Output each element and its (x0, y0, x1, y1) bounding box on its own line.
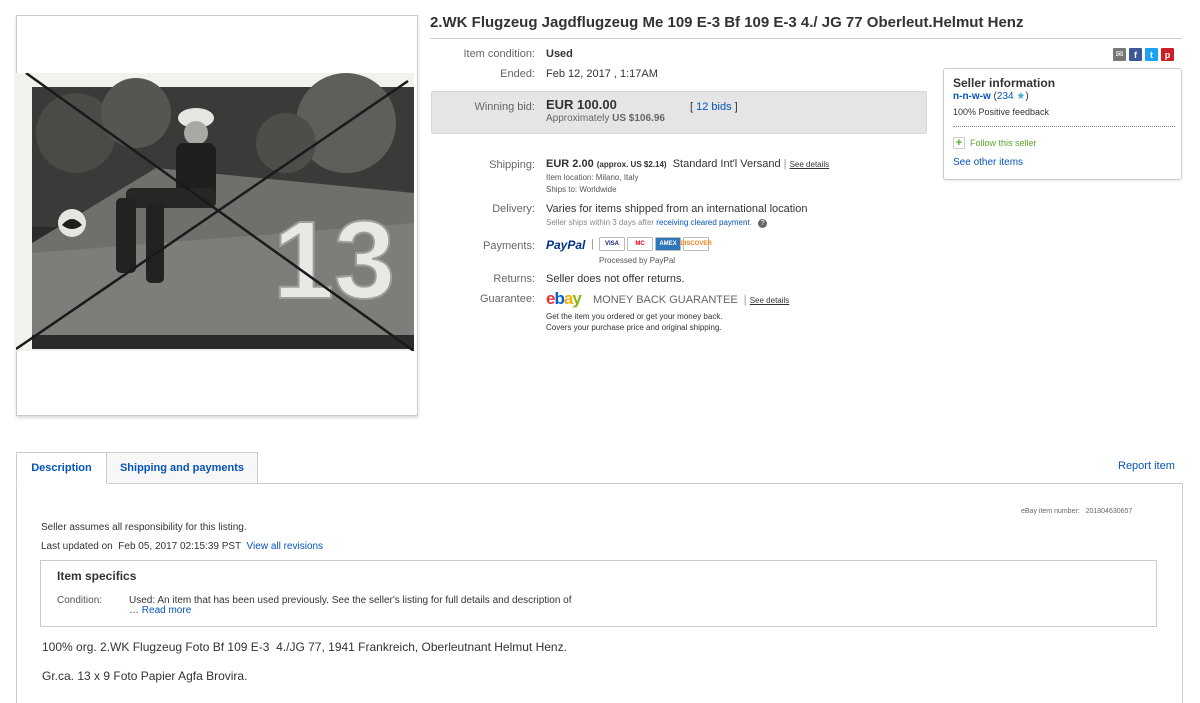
facebook-icon[interactable]: f (1129, 48, 1142, 61)
guarantee-line-2: Covers your purchase price and original … (546, 323, 722, 332)
delivery-value: Varies for items shipped from an interna… (546, 203, 808, 215)
help-icon[interactable]: ? (758, 219, 768, 228)
delivery-note: Seller ships within 3 days after receivi… (546, 218, 768, 228)
discover-icon: DISCOVER (680, 237, 712, 251)
description-line-2: Gr.ca. 13 x 9 Foto Papier Agfa Brovira. (42, 669, 248, 683)
processed-by-paypal: Processed by PayPal (599, 256, 676, 265)
approx-value: Approximately US $106.96 (546, 113, 665, 124)
shipping-service: Standard Int'l Versand (672, 158, 781, 170)
cleared-payment-link[interactable]: receiving cleared payment (656, 218, 749, 227)
last-updated-value: Feb 05, 2017 02:15:39 PST (118, 541, 241, 552)
item-photo[interactable]: 13 (16, 73, 414, 351)
payment-cards: VISA MC AMEX DISCOVER (599, 237, 712, 251)
paypal-logo: PayPal (546, 238, 586, 252)
responsibility-text: Seller assumes all responsibility for th… (41, 522, 247, 533)
item-number-line: eBay item number: 201804630657 (1021, 508, 1132, 515)
ended-value: Feb 12, 2017 , 1:17AM (546, 68, 658, 80)
visa-icon: VISA (599, 237, 625, 251)
ebay-logo: ebay (546, 289, 582, 308)
specifics-condition-text: Used: An item that has been used previou… (129, 595, 572, 606)
returns-value: Seller does not offer returns. (546, 273, 685, 285)
bids-link[interactable]: 12 bids (696, 101, 731, 113)
description-line-1: 100% org. 2.WK Flugzeug Foto Bf 109 E-3 … (42, 640, 567, 654)
ellipsis: … (129, 605, 139, 616)
bids-bracket-close: ] (734, 101, 738, 113)
pinterest-icon[interactable]: p (1161, 48, 1174, 61)
mastercard-icon: MC (627, 237, 653, 251)
see-other-items-link[interactable]: See other items (953, 157, 1023, 168)
approx-prefix: Approximately (546, 113, 610, 124)
specifics-condition-label: Condition: (57, 595, 103, 606)
payments-label: Payments: (483, 240, 535, 252)
email-icon[interactable]: ✉ (1113, 48, 1126, 61)
money-back-guarantee: MONEY BACK GUARANTEE | See details (593, 294, 789, 306)
tab-description[interactable]: Description (16, 452, 107, 484)
seller-name-link[interactable]: n-n-w-w (953, 91, 991, 102)
guarantee-label: Guarantee: (479, 293, 535, 305)
seller-info-box: Seller information n-n-w-w (234 ★) 100% … (943, 68, 1182, 180)
listing-title: 2.WK Flugzeug Jagdflugzeug Me 109 E-3 Bf… (430, 14, 1024, 31)
follow-seller-label: Follow this seller (970, 138, 1037, 148)
delivery-note-prefix: Seller ships within 3 days after (546, 218, 655, 227)
condition-value: Used (546, 48, 573, 60)
tab-shipping-payments[interactable]: Shipping and payments (106, 452, 258, 484)
report-item-link[interactable]: Report item (1118, 460, 1175, 472)
item-specifics-heading: Item specifics (57, 569, 137, 583)
winning-bid-label: Winning bid: (474, 101, 535, 113)
shipping-see-details-link[interactable]: See details (790, 160, 830, 169)
amex-icon: AMEX (655, 237, 681, 251)
shipping-value: EUR 2.00 (546, 158, 594, 170)
ended-label: Ended: (500, 68, 535, 80)
bids-bracket-open: [ (690, 101, 694, 113)
title-divider (430, 38, 1182, 39)
item-number: 201804630657 (1085, 508, 1133, 515)
photo-number: 13 (273, 199, 395, 322)
positive-feedback: 100% Positive feedback (953, 107, 1050, 117)
paypal-sep: | (591, 238, 594, 250)
delivery-label: Delivery: (492, 203, 535, 215)
shipping-sep: | (783, 158, 787, 170)
shipping-line: EUR 2.00 (approx. US $2.14) Standard Int… (546, 158, 829, 170)
approx-amount: US $106.96 (612, 113, 665, 124)
shipping-approx: (approx. US $2.14) (596, 160, 667, 169)
star-icon: ★ (1016, 91, 1026, 102)
item-number-label: eBay item number: (1021, 508, 1080, 515)
seller-name-line: n-n-w-w (234 ★) (953, 91, 1029, 102)
read-more-line: … Read more (129, 605, 191, 616)
guarantee-see-details-link[interactable]: See details (750, 296, 790, 305)
read-more-link[interactable]: Read more (142, 605, 191, 616)
view-revisions-link[interactable]: View all revisions (247, 541, 324, 552)
feedback-score-link[interactable]: 234 (997, 91, 1014, 102)
returns-label: Returns: (493, 273, 535, 285)
bid-count: [ 12 bids ] (690, 101, 738, 113)
guarantee-text: MONEY BACK GUARANTEE (593, 294, 738, 306)
seller-info-heading: Seller information (953, 76, 1056, 90)
delivery-note-suffix: . (749, 218, 752, 227)
guarantee-sep: | (743, 294, 747, 306)
condition-label: Item condition: (463, 48, 535, 60)
shipping-label: Shipping: (489, 159, 535, 171)
follow-seller[interactable]: + Follow this seller (953, 137, 1037, 149)
twitter-icon[interactable]: t (1145, 48, 1158, 61)
score-close: ) (1025, 91, 1029, 102)
seller-divider (953, 126, 1175, 127)
last-updated-line: Last updated on Feb 05, 2017 02:15:39 PS… (41, 541, 323, 552)
winning-bid-value: EUR 100.00 (546, 97, 617, 112)
plus-icon: + (953, 137, 965, 149)
item-location: Item location: Milano, Italy (546, 173, 639, 182)
share-icons: ✉ f t p (1113, 48, 1174, 61)
last-updated-label: Last updated on (41, 541, 113, 552)
ships-to: Ships to: Worldwide (546, 185, 617, 194)
guarantee-line-1: Get the item you ordered or get your mon… (546, 312, 723, 321)
item-specifics-box (40, 560, 1157, 627)
